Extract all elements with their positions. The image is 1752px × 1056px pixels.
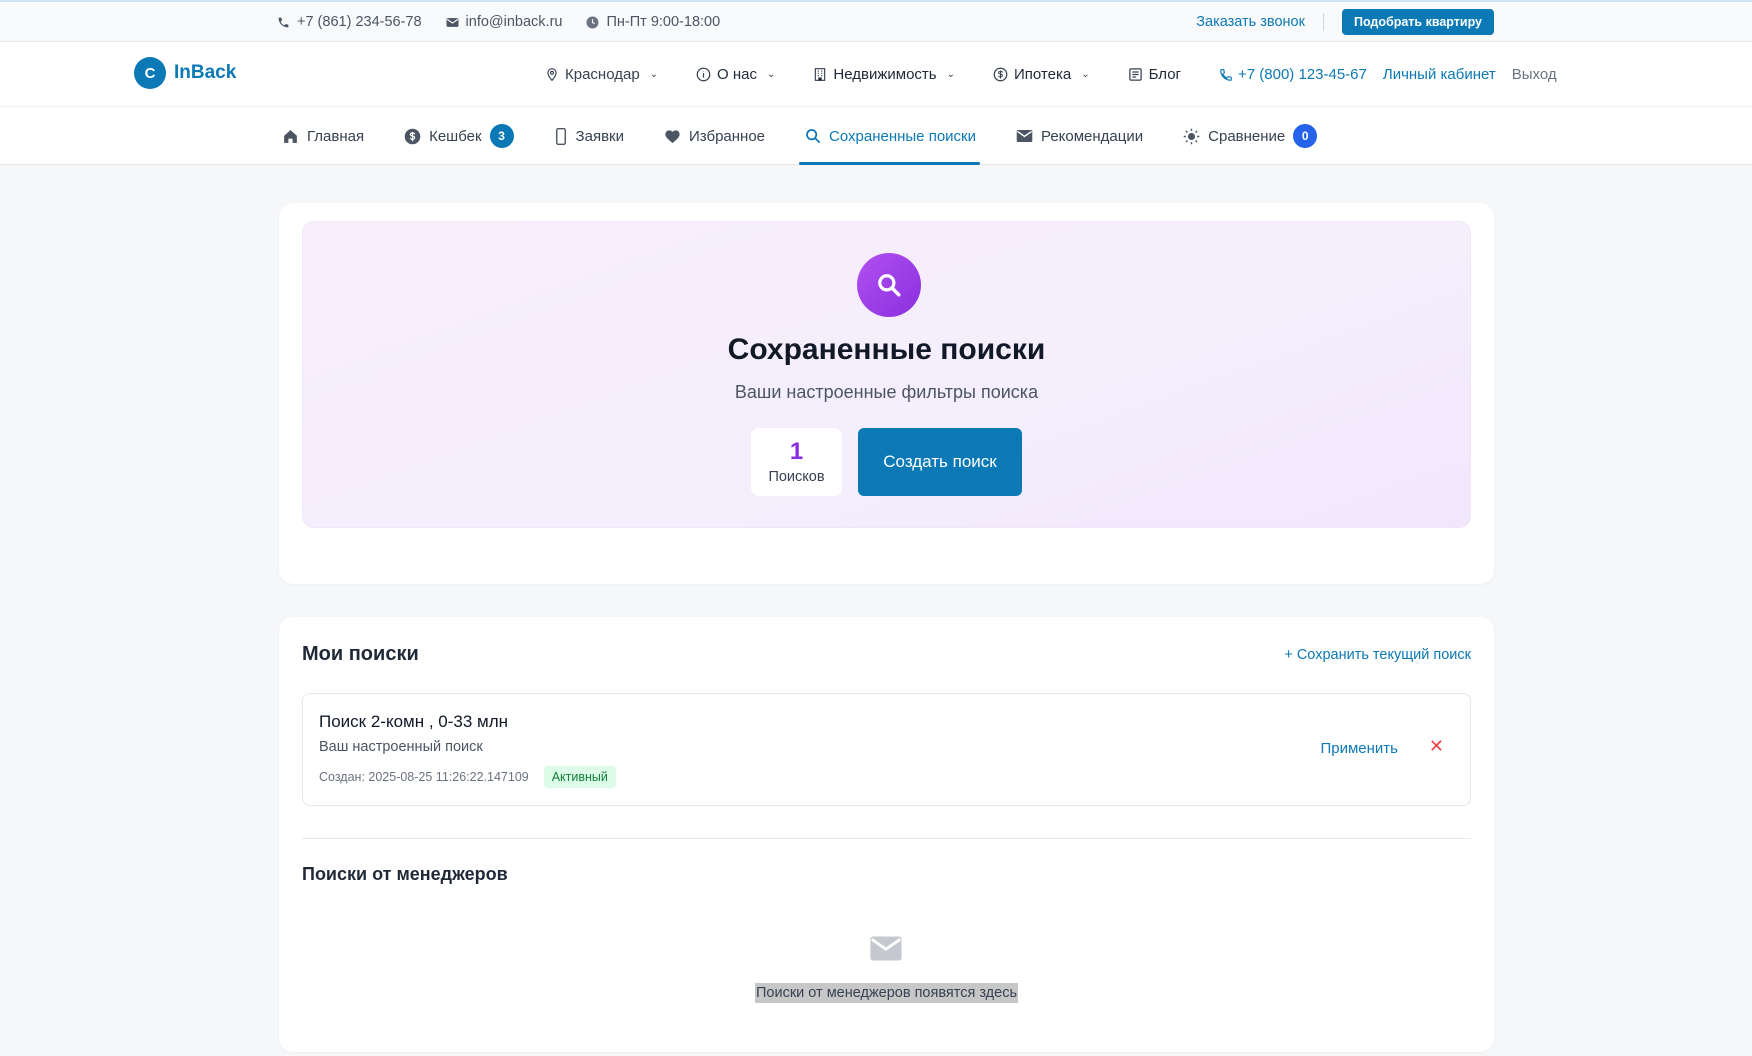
- chevron-down-icon: ⌄: [767, 69, 776, 80]
- heart-icon: [665, 130, 680, 144]
- nav-blog-label: Блог: [1148, 66, 1182, 83]
- chevron-down-icon: ⌄: [1081, 69, 1090, 80]
- create-search-button[interactable]: Создать поиск: [858, 428, 1022, 496]
- tab-comparison-label: Сравнение: [1208, 127, 1286, 145]
- top-phone-text: +7 (861) 234-56-78: [297, 14, 422, 30]
- top-phone[interactable]: +7 (861) 234-56-78: [277, 14, 422, 30]
- logo-mark: C: [134, 57, 166, 89]
- account-tabs: Главная Кешбек 3 Заявки Избранное Сохран…: [0, 107, 1752, 165]
- nav-about[interactable]: О нас ⌄: [696, 66, 775, 83]
- logo-name: InBack: [174, 62, 237, 83]
- news-icon: [1128, 68, 1142, 81]
- status-badge: Активный: [543, 766, 616, 788]
- logout-link[interactable]: Выход: [1512, 66, 1557, 83]
- phone-device-icon: [555, 127, 566, 145]
- envelope-icon: [869, 935, 903, 967]
- top-hours: Пн-Пт 9:00-18:00: [586, 14, 720, 30]
- phone-icon: [278, 17, 289, 27]
- top-contacts: +7 (861) 234-56-78 info@inback.ru Пн-Пт …: [277, 2, 720, 42]
- manager-searches-empty: Поиски от менеджеров появятся здесь: [279, 983, 1494, 1003]
- saved-search-title: Поиск 2-комн , 0-33 млн: [319, 712, 509, 731]
- header-phone-text: +7 (800) 123-45-67: [1238, 66, 1367, 83]
- close-icon[interactable]: ✕: [1429, 736, 1444, 757]
- nav-realty[interactable]: Недвижимость ⌄: [813, 66, 955, 83]
- chevron-down-icon: ⌄: [946, 69, 955, 80]
- sun-icon: [1183, 128, 1200, 144]
- apply-search-button[interactable]: Применить: [1320, 740, 1398, 757]
- envelope-icon: [1016, 129, 1033, 143]
- hero-banner: Сохраненные поиски Ваши настроенные филь…: [302, 221, 1471, 528]
- my-searches-title: Мои поиски: [302, 643, 419, 665]
- manager-searches-empty-text: Поиски от менеджеров появятся здесь: [754, 983, 1019, 1003]
- city-selector[interactable]: Краснодар ⌄: [545, 66, 658, 83]
- searches-count: 1: [789, 438, 804, 465]
- searches-count-card: 1 Поисков: [751, 428, 842, 496]
- nav-mortgage[interactable]: Ипотека ⌄: [993, 66, 1090, 83]
- tab-home[interactable]: Главная: [282, 107, 364, 165]
- tab-recommendations[interactable]: Рекомендации: [1016, 107, 1143, 165]
- tab-requests-label: Заявки: [575, 127, 624, 145]
- save-current-search-link[interactable]: + Сохранить текущий поиск: [1284, 647, 1471, 663]
- building-icon: [815, 68, 826, 81]
- home-icon: [284, 129, 297, 143]
- searches-count-label: Поисков: [768, 469, 825, 485]
- top-bar: +7 (861) 234-56-78 info@inback.ru Пн-Пт …: [0, 0, 1752, 42]
- phone-icon: [1220, 68, 1232, 81]
- tab-cashback-label: Кешбек: [429, 127, 482, 145]
- tab-saved-searches-label: Сохраненные поиски: [829, 127, 976, 145]
- tab-saved-searches[interactable]: Сохраненные поиски: [799, 107, 980, 165]
- main-nav: Краснодар ⌄ О нас ⌄ Недвижимость ⌄ Ипоте…: [545, 42, 1557, 107]
- top-email[interactable]: info@inback.ru: [446, 14, 563, 30]
- saved-search-item: Поиск 2-комн , 0-33 млн Ваш настроенный …: [302, 693, 1471, 806]
- chevron-down-icon: ⌄: [649, 69, 659, 80]
- manager-searches-title: Поиски от менеджеров: [302, 864, 508, 884]
- search-icon: [878, 274, 901, 297]
- saved-search-meta: Создан: 2025-08-25 11:26:22.147109 Актив…: [319, 766, 616, 788]
- tab-home-label: Главная: [307, 127, 365, 145]
- header-phone[interactable]: +7 (800) 123-45-67: [1219, 66, 1367, 83]
- comparison-count-badge: 0: [1293, 124, 1318, 148]
- top-email-text: info@inback.ru: [465, 14, 563, 30]
- my-searches-header: Мои поиски + Сохранить текущий поиск: [302, 643, 1471, 666]
- logo[interactable]: C InBack: [134, 57, 236, 89]
- tab-comparison[interactable]: Сравнение 0: [1183, 107, 1318, 165]
- top-actions: Заказать звонок Подобрать квартиру: [1196, 2, 1494, 42]
- tab-cashback[interactable]: Кешбек 3: [404, 107, 514, 165]
- tab-recommendations-label: Рекомендации: [1040, 127, 1144, 145]
- dollar-icon: [993, 67, 1008, 82]
- tab-favorites[interactable]: Избранное: [664, 107, 765, 165]
- clock-icon: [587, 16, 599, 28]
- city-label: Краснодар: [565, 66, 640, 83]
- saved-search-description: Ваш настроенный поиск: [319, 739, 483, 755]
- main-header: C InBack Краснодар ⌄ О нас ⌄ Недвижимост…: [0, 42, 1752, 107]
- pick-apartment-button[interactable]: Подобрать квартиру: [1341, 9, 1494, 35]
- saved-search-created: Создан: 2025-08-25 11:26:22.147109: [319, 770, 529, 784]
- searches-card: Мои поиски + Сохранить текущий поиск Пои…: [279, 617, 1494, 1052]
- page-subtitle: Ваши настроенные фильтры поиска: [734, 382, 1039, 402]
- top-hours-text: Пн-Пт 9:00-18:00: [606, 14, 721, 30]
- nav-blog[interactable]: Блог: [1128, 66, 1181, 83]
- search-icon: [806, 129, 821, 144]
- nav-mortgage-label: Ипотека: [1014, 66, 1072, 83]
- nav-about-label: О нас: [717, 66, 758, 83]
- tab-favorites-label: Избранное: [688, 127, 766, 145]
- pin-icon: [547, 68, 557, 82]
- mail-icon: [446, 17, 459, 27]
- section-divider: [302, 838, 1471, 839]
- cabinet-link[interactable]: Личный кабинет: [1383, 66, 1496, 83]
- callback-link[interactable]: Заказать звонок: [1196, 13, 1324, 31]
- hero-search-badge: [857, 253, 921, 317]
- cashback-count-badge: 3: [489, 124, 514, 148]
- coin-icon: [404, 128, 421, 144]
- nav-realty-label: Недвижимость: [833, 66, 937, 83]
- hero-card: Сохраненные поиски Ваши настроенные филь…: [279, 203, 1494, 584]
- info-icon: [696, 67, 711, 82]
- page-title: Сохраненные поиски: [727, 333, 1046, 366]
- tabs-row: Главная Кешбек 3 Заявки Избранное Сохран…: [282, 107, 1357, 165]
- tab-requests[interactable]: Заявки: [554, 107, 624, 165]
